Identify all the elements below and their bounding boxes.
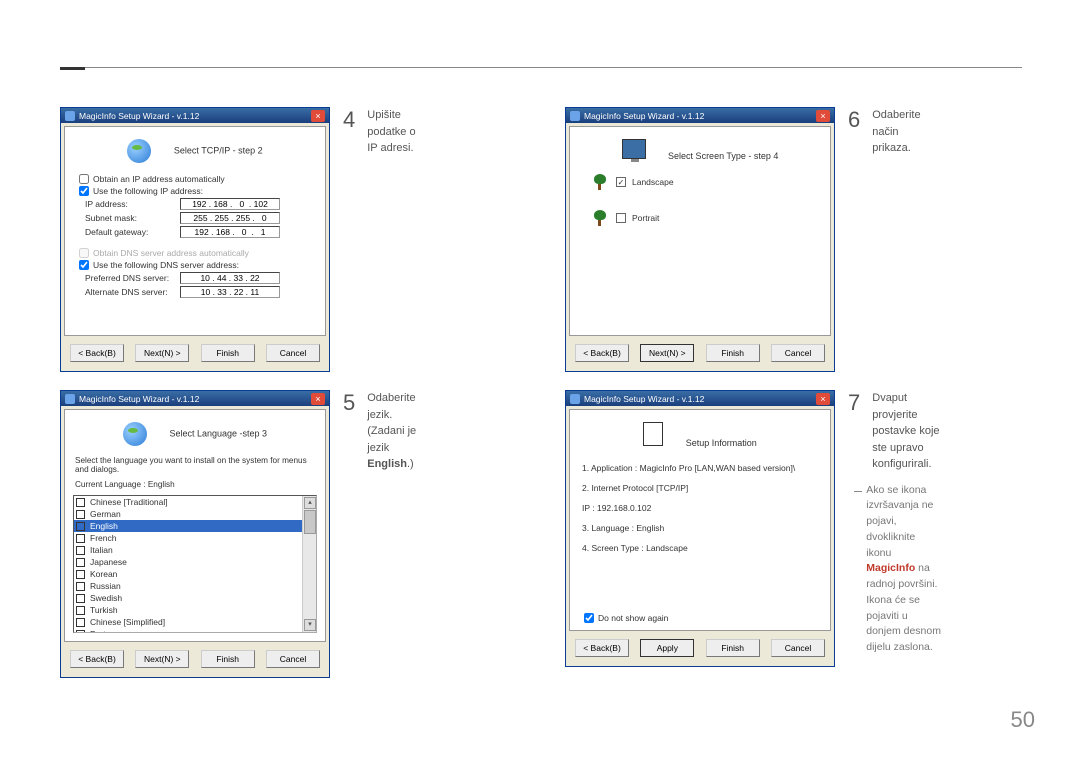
app-icon (65, 111, 75, 121)
info-language: 3. Language : English (578, 518, 822, 538)
language-instruction: Select the language you want to install … (73, 456, 317, 478)
cancel-button[interactable]: Cancel (771, 344, 825, 362)
window-title: MagicInfo Setup Wizard - v.1.12 (79, 394, 199, 404)
cancel-button[interactable]: Cancel (266, 650, 320, 668)
close-icon[interactable]: × (816, 110, 830, 122)
tree-icon (592, 210, 608, 226)
step-5-text: Odaberite jezik. (Zadani je jezik Englis… (367, 390, 425, 473)
finish-button[interactable]: Finish (201, 650, 255, 668)
step-4-text: Upišite podatke o IP adresi. (367, 107, 416, 157)
window-title: MagicInfo Setup Wizard - v.1.12 (584, 394, 704, 404)
obtain-ip-auto-checkbox[interactable] (79, 174, 89, 184)
language-item[interactable]: Russian (74, 580, 316, 592)
language-item[interactable]: English (74, 520, 316, 532)
info-application: 1. Application : MagicInfo Pro [LAN,WAN … (578, 458, 822, 478)
language-item[interactable]: Chinese [Simplified] (74, 616, 316, 628)
landscape-checkbox[interactable]: ✓ (616, 177, 626, 187)
language-item[interactable]: Italian (74, 544, 316, 556)
divider-accent (60, 67, 85, 70)
landscape-label: Landscape (632, 177, 674, 187)
globe-icon (127, 139, 151, 163)
info-ip: IP : 192.168.0.102 (578, 498, 822, 518)
setupinfo-header: Setup Information (686, 438, 757, 448)
step-5-number: 5 (343, 390, 355, 416)
screentype-header: Select Screen Type - step 4 (668, 151, 778, 161)
language-item[interactable]: Turkish (74, 604, 316, 616)
step-6-text: Odaberite način prikaza. (872, 107, 930, 157)
obtain-dns-auto-checkbox (79, 248, 89, 258)
default-gateway-field[interactable] (180, 226, 280, 238)
next-button[interactable]: Next(N) > (640, 344, 694, 362)
language-header: Select Language -step 3 (169, 428, 267, 438)
titlebar: MagicInfo Setup Wizard - v.1.12 × (61, 391, 329, 406)
app-icon (570, 394, 580, 404)
language-listbox[interactable]: Chinese [Traditional]GermanEnglishFrench… (73, 495, 317, 633)
language-item[interactable]: Korean (74, 568, 316, 580)
titlebar: MagicInfo Setup Wizard - v.1.12 × (61, 108, 329, 123)
tree-icon (592, 174, 608, 190)
portrait-label: Portrait (632, 213, 659, 223)
titlebar: MagicInfo Setup Wizard - v.1.12 × (566, 108, 834, 123)
use-following-dns-checkbox[interactable] (79, 260, 89, 270)
scroll-thumb[interactable] (304, 510, 316, 534)
page-number: 50 (1011, 707, 1035, 733)
divider-line (60, 67, 1022, 68)
back-button[interactable]: < Back(B) (70, 650, 124, 668)
preferred-dns-field[interactable] (180, 272, 280, 284)
alternate-dns-field[interactable] (180, 286, 280, 298)
close-icon[interactable]: × (816, 393, 830, 405)
back-button[interactable]: < Back(B) (70, 344, 124, 362)
apply-button[interactable]: Apply (640, 639, 694, 657)
subnet-mask-field[interactable] (180, 212, 280, 224)
language-item[interactable]: French (74, 532, 316, 544)
do-not-show-checkbox[interactable] (584, 613, 594, 623)
window-title: MagicInfo Setup Wizard - v.1.12 (79, 111, 199, 121)
scroll-up-icon[interactable]: ▴ (304, 497, 316, 509)
step-7-number: 7 (848, 390, 860, 416)
magicinfo-note: Ako se ikona izvršavanja ne pojavi, dvok… (866, 483, 941, 656)
cursor-icon (643, 422, 663, 446)
finish-button[interactable]: Finish (706, 344, 760, 362)
wizard-screentype: MagicInfo Setup Wizard - v.1.12 × Select… (565, 107, 835, 372)
finish-button[interactable]: Finish (706, 639, 760, 657)
wizard-language: MagicInfo Setup Wizard - v.1.12 × Select… (60, 390, 330, 678)
monitor-icon (622, 139, 646, 159)
window-title: MagicInfo Setup Wizard - v.1.12 (584, 111, 704, 121)
language-item[interactable]: Swedish (74, 592, 316, 604)
scroll-down-icon[interactable]: ▾ (304, 619, 316, 631)
step-7-text: Dvaput provjerite postavke koje ste upra… (872, 390, 941, 473)
app-icon (570, 111, 580, 121)
globe-icon (123, 422, 147, 446)
ip-address-field[interactable] (180, 198, 280, 210)
next-button[interactable]: Next(N) > (135, 650, 189, 668)
language-item[interactable]: German (74, 508, 316, 520)
current-language: Current Language : English (73, 478, 317, 495)
back-button[interactable]: < Back(B) (575, 639, 629, 657)
info-screentype: 4. Screen Type : Landscape (578, 538, 822, 558)
back-button[interactable]: < Back(B) (575, 344, 629, 362)
titlebar: MagicInfo Setup Wizard - v.1.12 × (566, 391, 834, 406)
wizard-tcpip: MagicInfo Setup Wizard - v.1.12 × Select… (60, 107, 330, 372)
language-item[interactable]: Japanese (74, 556, 316, 568)
wizard-setupinfo: MagicInfo Setup Wizard - v.1.12 × Setup … (565, 390, 835, 667)
cancel-button[interactable]: Cancel (771, 639, 825, 657)
scrollbar[interactable]: ▴ ▾ (302, 496, 316, 632)
language-item[interactable]: Chinese [Traditional] (74, 496, 316, 508)
language-item[interactable]: Portuguese (74, 628, 316, 633)
next-button[interactable]: Next(N) > (135, 344, 189, 362)
cancel-button[interactable]: Cancel (266, 344, 320, 362)
close-icon[interactable]: × (311, 393, 325, 405)
info-protocol: 2. Internet Protocol [TCP/IP] (578, 478, 822, 498)
use-following-ip-checkbox[interactable] (79, 186, 89, 196)
close-icon[interactable]: × (311, 110, 325, 122)
finish-button[interactable]: Finish (201, 344, 255, 362)
tcpip-header: Select TCP/IP - step 2 (174, 145, 263, 155)
step-6-number: 6 (848, 107, 860, 133)
app-icon (65, 394, 75, 404)
step-4-number: 4 (343, 107, 355, 133)
portrait-checkbox[interactable] (616, 213, 626, 223)
